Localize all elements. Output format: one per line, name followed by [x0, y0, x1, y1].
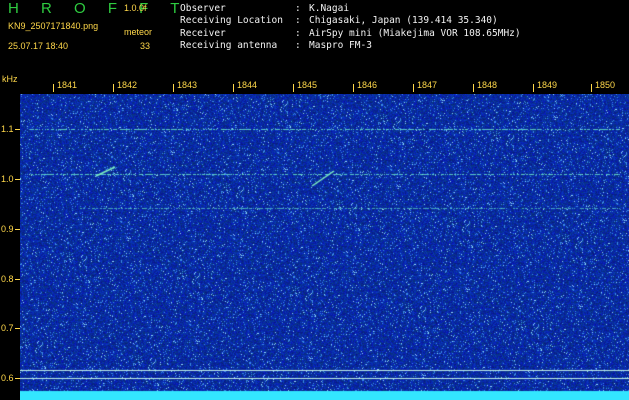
info-key: Receiving Location	[180, 15, 283, 27]
info-value: Maspro FM-3	[309, 39, 372, 51]
time-label: 1842	[117, 80, 138, 90]
info-sep: :	[295, 39, 301, 51]
time-label: 1843	[177, 80, 198, 90]
info-value: AirSpy mini (Miakejima VOR 108.65MHz)	[309, 27, 521, 39]
info-key: Receiver	[180, 27, 226, 39]
info-key: Observer	[180, 3, 226, 14]
time-tick	[413, 84, 414, 92]
header-panel: H R O F F T 1.0.0f KN9_2507171840.png me…	[0, 0, 629, 72]
time-tick	[473, 84, 474, 92]
time-label: 1847	[417, 80, 438, 90]
time-label: 1846	[357, 80, 378, 90]
frequency-label: 1.0	[1, 174, 14, 184]
app-title: H R O F F T	[8, 0, 189, 17]
frequency-unit-label: kHz	[2, 74, 18, 84]
time-tick	[353, 84, 354, 92]
info-sep: :	[295, 15, 301, 27]
detection-count: 33	[140, 41, 151, 51]
mode-label: meteor	[124, 27, 153, 37]
spectrogram-image	[20, 94, 629, 400]
frequency-label: 0.8	[1, 274, 14, 284]
station-info: Observer: K.Nagai Receiving Location: Chig…	[180, 3, 521, 52]
info-key: Receiving antenna	[180, 39, 278, 51]
time-tick	[533, 84, 534, 92]
frequency-label: 0.7	[1, 323, 14, 333]
info-value: K.Nagai	[309, 3, 350, 14]
info-row-location: Receiving Location: Chigasaki, Japan (139…	[180, 15, 521, 27]
time-label: 1844	[237, 80, 258, 90]
frequency-label: 0.6	[1, 373, 14, 383]
time-label: 1841	[57, 80, 78, 90]
frequency-axis	[0, 94, 20, 400]
info-sep: :	[295, 27, 301, 39]
frequency-label: 1.1	[1, 124, 14, 134]
time-label: 1845	[297, 80, 318, 90]
file-name: KN9_2507171840.png	[8, 21, 99, 31]
time-tick	[293, 84, 294, 92]
time-label: 1850	[595, 80, 616, 90]
time-label: 1848	[477, 80, 498, 90]
time-tick	[173, 84, 174, 92]
info-sep: :	[295, 3, 301, 14]
info-row-receiver: Receiver: AirSpy mini (Miakejima VOR 108.…	[180, 28, 521, 40]
time-tick	[233, 84, 234, 92]
date-time: 25.07.17 18:40	[8, 41, 69, 51]
time-label: 1849	[537, 80, 558, 90]
info-row-antenna: Receiving antenna: Maspro FM-3	[180, 40, 521, 52]
time-tick	[113, 84, 114, 92]
version-label: 1.0.0f	[124, 3, 147, 13]
time-tick	[53, 84, 54, 92]
time-tick	[591, 84, 592, 92]
info-row-observer: Observer: K.Nagai	[180, 3, 521, 15]
info-value: Chigasaki, Japan (139.414 35.340)	[309, 15, 498, 27]
frequency-label: 0.9	[1, 224, 14, 234]
